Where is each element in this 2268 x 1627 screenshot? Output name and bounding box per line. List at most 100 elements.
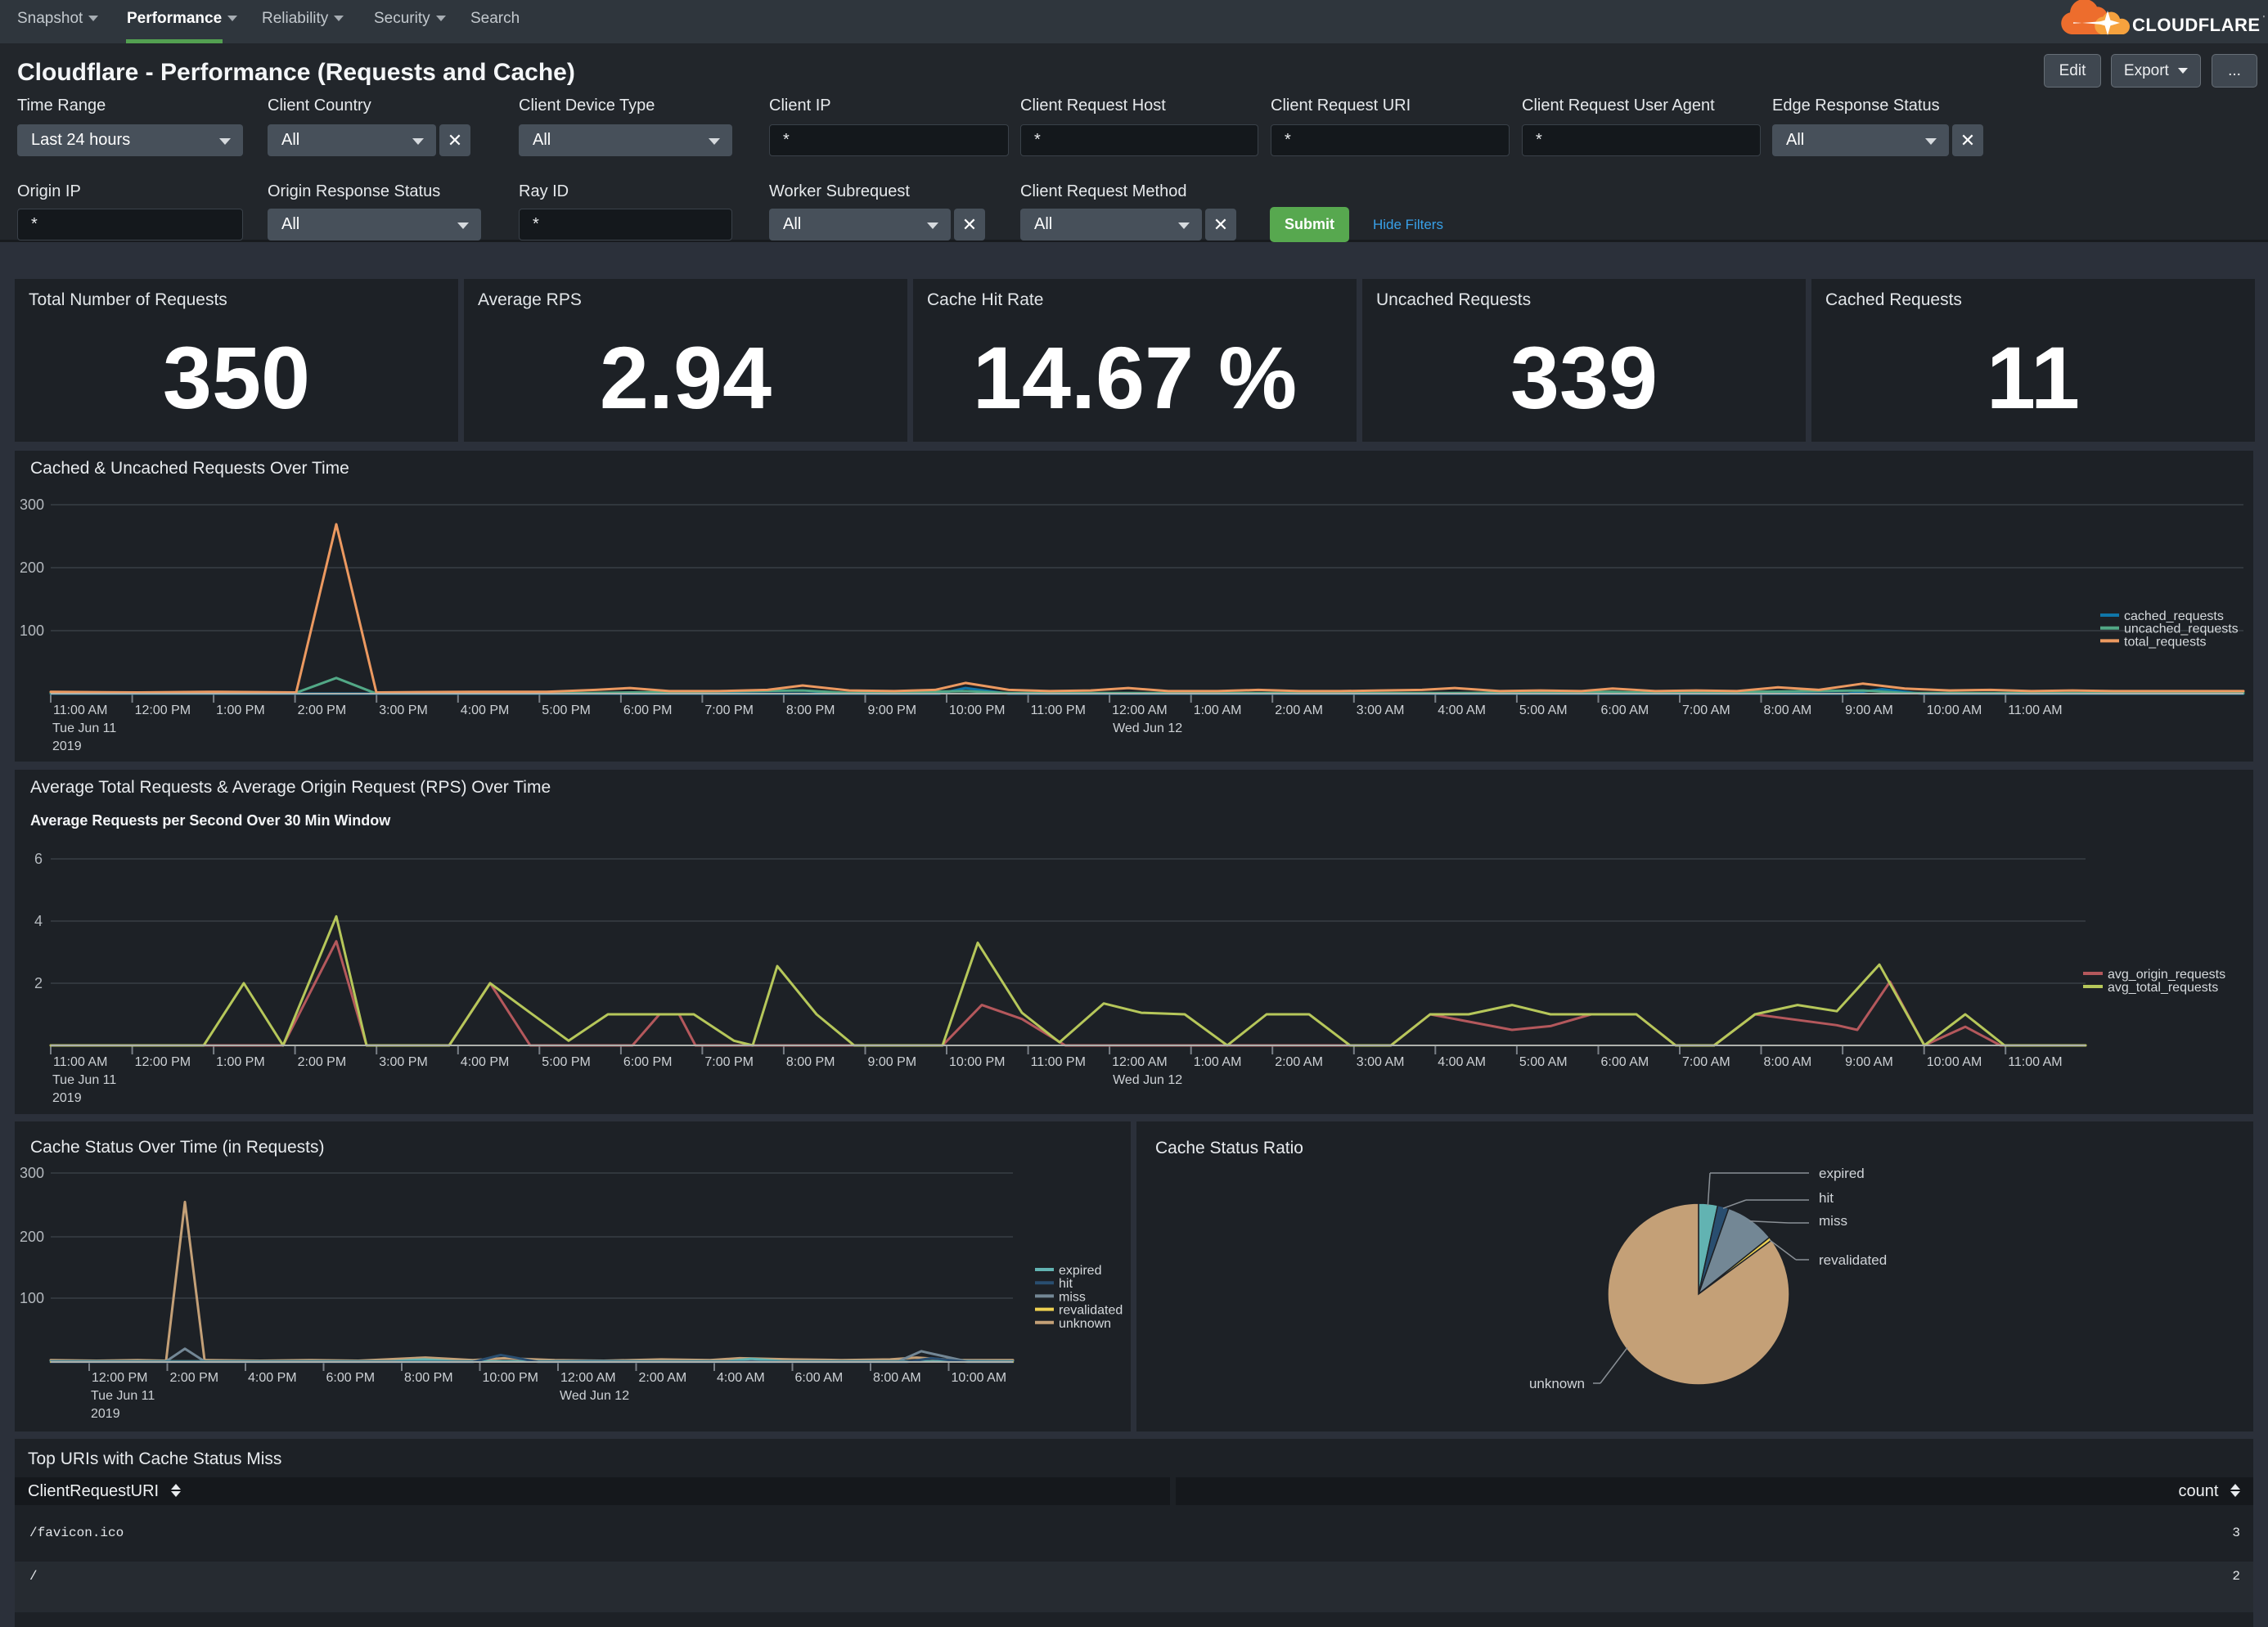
- svg-text:7:00 AM: 7:00 AM: [1682, 1055, 1730, 1069]
- svg-text:10:00 AM: 10:00 AM: [952, 1371, 1007, 1385]
- svg-text:cached_requests: cached_requests: [2124, 609, 2224, 623]
- svg-text:2:00 AM: 2:00 AM: [639, 1371, 687, 1385]
- svg-text:11:00 AM: 11:00 AM: [2008, 703, 2062, 717]
- svg-text:5:00 AM: 5:00 AM: [1519, 1055, 1568, 1069]
- svg-text:7:00 PM: 7:00 PM: [704, 703, 754, 717]
- svg-text:miss: miss: [1819, 1213, 1847, 1229]
- svg-text:avg_total_requests: avg_total_requests: [2108, 981, 2218, 995]
- svg-text:hit: hit: [1819, 1190, 1834, 1206]
- svg-text:8:00 AM: 8:00 AM: [1764, 703, 1812, 717]
- svg-text:1:00 PM: 1:00 PM: [216, 1055, 265, 1069]
- svg-text:2:00 PM: 2:00 PM: [298, 1055, 347, 1069]
- svg-text:Cache Status Over Time (in Req: Cache Status Over Time (in Requests): [30, 1138, 324, 1157]
- svg-text:3:00 PM: 3:00 PM: [379, 703, 428, 717]
- svg-text:11:00 AM: 11:00 AM: [53, 703, 107, 717]
- svg-text:12:00 PM: 12:00 PM: [92, 1371, 147, 1385]
- svg-text:300: 300: [20, 497, 44, 513]
- svg-text:miss: miss: [1059, 1290, 1086, 1304]
- svg-text:6:00 PM: 6:00 PM: [326, 1371, 376, 1385]
- svg-text:2: 2: [34, 975, 43, 991]
- svg-text:5:00 PM: 5:00 PM: [542, 703, 591, 717]
- svg-text:11:00 AM: 11:00 AM: [53, 1055, 107, 1069]
- svg-text:Tue Jun 11: Tue Jun 11: [52, 1073, 116, 1087]
- svg-text:100: 100: [20, 1290, 44, 1306]
- svg-text:2019: 2019: [91, 1407, 120, 1421]
- svg-text:5:00 PM: 5:00 PM: [542, 1055, 591, 1069]
- svg-text:4: 4: [34, 913, 43, 929]
- svg-text:200: 200: [20, 1229, 44, 1245]
- svg-text:Average Requests per Second Ov: Average Requests per Second Over 30 Min …: [30, 812, 391, 829]
- svg-text:3:00 AM: 3:00 AM: [1357, 1055, 1405, 1069]
- svg-text:revalidated: revalidated: [1059, 1304, 1123, 1318]
- svg-text:6:00 AM: 6:00 AM: [1601, 1055, 1649, 1069]
- svg-text:8:00 PM: 8:00 PM: [786, 703, 835, 717]
- svg-text:9:00 PM: 9:00 PM: [868, 703, 917, 717]
- svg-text:5:00 AM: 5:00 AM: [1519, 703, 1568, 717]
- svg-text:200: 200: [20, 560, 44, 576]
- svg-text:hit: hit: [1059, 1277, 1073, 1291]
- svg-text:Wed Jun 12: Wed Jun 12: [1113, 1073, 1182, 1087]
- svg-text:11:00 PM: 11:00 PM: [1031, 703, 1086, 717]
- svg-text:12:00 AM: 12:00 AM: [560, 1371, 616, 1385]
- svg-text:300: 300: [20, 1165, 44, 1181]
- svg-text:12:00 AM: 12:00 AM: [1112, 703, 1168, 717]
- svg-text:9:00 AM: 9:00 AM: [1845, 1055, 1893, 1069]
- svg-text:unknown: unknown: [1529, 1376, 1585, 1391]
- svg-text:unknown: unknown: [1059, 1317, 1111, 1331]
- svg-text:6:00 PM: 6:00 PM: [623, 1055, 673, 1069]
- svg-text:7:00 AM: 7:00 AM: [1682, 703, 1730, 717]
- svg-text:CLOUDFLARE: CLOUDFLARE: [2132, 15, 2261, 35]
- svg-text:10:00 PM: 10:00 PM: [949, 703, 1005, 717]
- svg-text:3:00 PM: 3:00 PM: [379, 1055, 428, 1069]
- svg-text:7:00 PM: 7:00 PM: [704, 1055, 754, 1069]
- svg-text:6:00 AM: 6:00 AM: [795, 1371, 844, 1385]
- svg-text:4:00 AM: 4:00 AM: [1438, 1055, 1486, 1069]
- svg-text:2019: 2019: [52, 739, 82, 753]
- svg-text:6: 6: [34, 851, 43, 867]
- svg-text:avg_origin_requests: avg_origin_requests: [2108, 968, 2225, 982]
- svg-text:total_requests: total_requests: [2124, 635, 2207, 649]
- svg-text:1:00 AM: 1:00 AM: [1194, 1055, 1242, 1069]
- svg-text:4:00 PM: 4:00 PM: [461, 1055, 510, 1069]
- svg-text:4:00 AM: 4:00 AM: [1438, 703, 1486, 717]
- svg-text:8:00 PM: 8:00 PM: [404, 1371, 453, 1385]
- svg-text:10:00 AM: 10:00 AM: [1927, 1055, 1982, 1069]
- svg-text:100: 100: [20, 622, 44, 639]
- svg-text:2:00 PM: 2:00 PM: [170, 1371, 219, 1385]
- svg-text:1:00 AM: 1:00 AM: [1194, 703, 1242, 717]
- svg-text:Tue Jun 11: Tue Jun 11: [52, 721, 116, 735]
- svg-text:8:00 PM: 8:00 PM: [786, 1055, 835, 1069]
- svg-text:': ': [2263, 15, 2265, 24]
- svg-text:uncached_requests: uncached_requests: [2124, 622, 2239, 636]
- svg-text:4:00 PM: 4:00 PM: [461, 703, 510, 717]
- svg-text:12:00 PM: 12:00 PM: [135, 703, 191, 717]
- svg-text:6:00 PM: 6:00 PM: [623, 703, 673, 717]
- svg-text:revalidated: revalidated: [1819, 1252, 1887, 1268]
- svg-text:2:00 AM: 2:00 AM: [1275, 703, 1323, 717]
- svg-text:8:00 AM: 8:00 AM: [1764, 1055, 1812, 1069]
- svg-text:11:00 AM: 11:00 AM: [2008, 1055, 2062, 1069]
- svg-text:4:00 AM: 4:00 AM: [717, 1371, 765, 1385]
- svg-text:Cache Status Ratio: Cache Status Ratio: [1155, 1139, 1303, 1157]
- svg-text:12:00 AM: 12:00 AM: [1112, 1055, 1168, 1069]
- svg-text:expired: expired: [1059, 1264, 1101, 1278]
- svg-text:10:00 AM: 10:00 AM: [1927, 703, 1982, 717]
- svg-text:Tue Jun 11: Tue Jun 11: [91, 1389, 155, 1403]
- svg-text:3:00 AM: 3:00 AM: [1357, 703, 1405, 717]
- svg-text:11:00 PM: 11:00 PM: [1031, 1055, 1086, 1069]
- svg-text:10:00 PM: 10:00 PM: [949, 1055, 1005, 1069]
- svg-text:1:00 PM: 1:00 PM: [216, 703, 265, 717]
- svg-text:expired: expired: [1819, 1166, 1865, 1181]
- svg-text:9:00 AM: 9:00 AM: [1845, 703, 1893, 717]
- svg-text:12:00 PM: 12:00 PM: [135, 1055, 191, 1069]
- svg-text:Wed Jun 12: Wed Jun 12: [1113, 721, 1182, 735]
- svg-text:6:00 AM: 6:00 AM: [1601, 703, 1649, 717]
- svg-text:8:00 AM: 8:00 AM: [873, 1371, 921, 1385]
- svg-text:4:00 PM: 4:00 PM: [248, 1371, 297, 1385]
- svg-text:10:00 PM: 10:00 PM: [483, 1371, 538, 1385]
- svg-text:Cached & Uncached Requests Ove: Cached & Uncached Requests Over Time: [30, 459, 349, 478]
- svg-text:2:00 AM: 2:00 AM: [1275, 1055, 1323, 1069]
- svg-text:2:00 PM: 2:00 PM: [298, 703, 347, 717]
- svg-text:Average Total Requests & Avera: Average Total Requests & Average Origin …: [30, 778, 551, 797]
- svg-text:2019: 2019: [52, 1091, 82, 1105]
